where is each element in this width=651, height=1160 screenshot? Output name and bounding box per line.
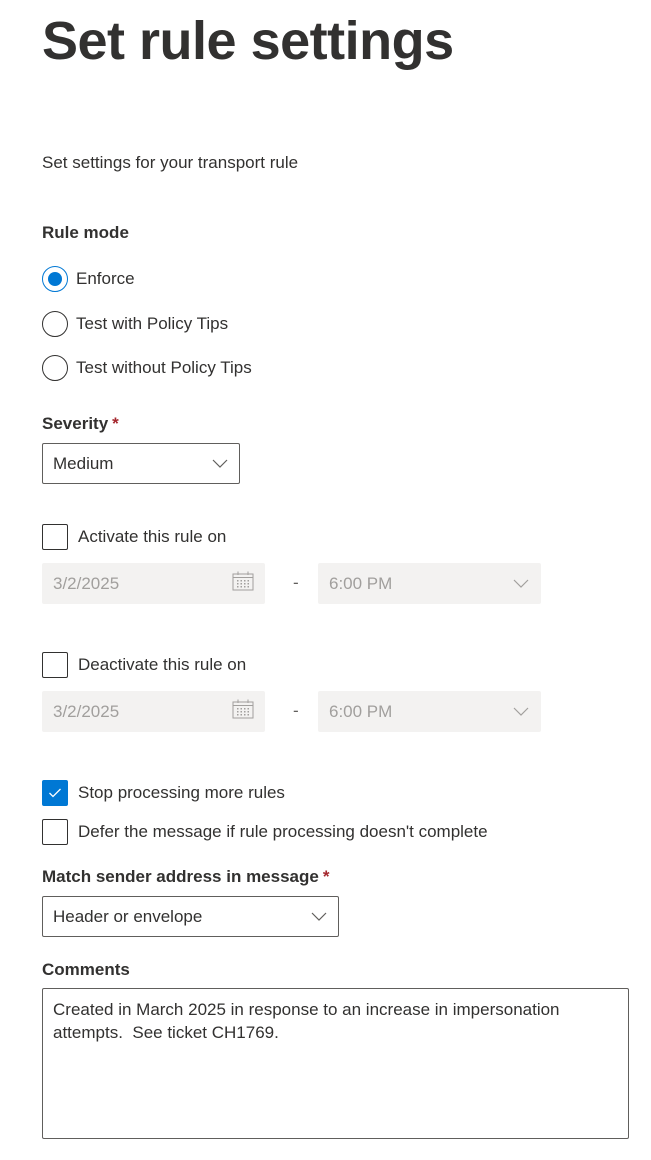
- radio-button[interactable]: [42, 266, 68, 292]
- chevron-down-icon: [211, 455, 229, 473]
- calendar-icon[interactable]: [232, 699, 254, 724]
- severity-label-text: Severity: [42, 414, 109, 433]
- match-sender-dropdown[interactable]: Header or envelope: [42, 896, 339, 937]
- chevron-down-icon: [512, 703, 530, 721]
- stop-processing-row[interactable]: Stop processing more rules: [42, 780, 285, 806]
- radio-button[interactable]: [42, 355, 68, 381]
- defer-message-row[interactable]: Defer the message if rule processing doe…: [42, 819, 488, 845]
- deactivate-time-dropdown[interactable]: 6:00 PM: [318, 691, 541, 732]
- page-subtitle: Set settings for your transport rule: [42, 153, 299, 172]
- stop-processing-label: Stop processing more rules: [78, 783, 285, 802]
- required-marker: *: [322, 867, 330, 886]
- radio-label: Enforce: [76, 269, 135, 288]
- deactivate-time-value: 6:00 PM: [329, 701, 393, 721]
- severity-value: Medium: [53, 453, 114, 473]
- radio-selected-dot: [48, 272, 62, 286]
- stop-processing-checkbox[interactable]: [42, 780, 68, 806]
- activate-time-dropdown[interactable]: 6:00 PM: [318, 563, 541, 604]
- chevron-down-icon: [512, 575, 530, 593]
- rule-mode-label: Rule mode: [42, 223, 129, 242]
- date-time-separator: -: [293, 701, 299, 720]
- deactivate-checkbox[interactable]: [42, 652, 68, 678]
- defer-message-checkbox[interactable]: [42, 819, 68, 845]
- match-sender-label-text: Match sender address in message: [42, 867, 319, 886]
- checkmark-icon: [49, 788, 61, 798]
- deactivate-date-value: 3/2/2025: [53, 701, 120, 721]
- deactivate-label: Deactivate this rule on: [78, 655, 247, 674]
- match-sender-label: Match sender address in message *: [42, 867, 329, 887]
- activate-checkbox[interactable]: [42, 524, 68, 550]
- required-marker: *: [112, 414, 119, 433]
- activate-date-value: 3/2/2025: [53, 573, 120, 593]
- activate-time-value: 6:00 PM: [329, 573, 393, 593]
- deactivate-date-picker[interactable]: 3/2/2025: [42, 691, 265, 732]
- radio-button[interactable]: [42, 311, 68, 337]
- page-title: Set rule settings: [42, 11, 454, 71]
- activate-label: Activate this rule on: [78, 527, 227, 546]
- radio-test-without-policy-tips[interactable]: Test without Policy Tips: [42, 355, 252, 381]
- activate-checkbox-row[interactable]: Activate this rule on: [42, 524, 226, 550]
- comments-label: Comments: [42, 960, 130, 979]
- defer-message-label: Defer the message if rule processing doe…: [78, 822, 488, 841]
- severity-dropdown[interactable]: Medium: [42, 443, 240, 484]
- severity-label: Severity *: [42, 414, 119, 434]
- date-time-separator: -: [293, 573, 299, 592]
- comments-textarea[interactable]: Created in March 2025 in response to an …: [42, 988, 629, 1139]
- radio-label: Test with Policy Tips: [76, 314, 229, 333]
- calendar-icon[interactable]: [232, 571, 254, 596]
- radio-enforce[interactable]: Enforce: [42, 266, 135, 292]
- radio-test-with-policy-tips[interactable]: Test with Policy Tips: [42, 311, 228, 337]
- deactivate-checkbox-row[interactable]: Deactivate this rule on: [42, 652, 246, 678]
- radio-label: Test without Policy Tips: [76, 358, 252, 377]
- match-sender-value: Header or envelope: [53, 906, 203, 926]
- chevron-down-icon: [310, 908, 328, 926]
- activate-date-picker[interactable]: 3/2/2025: [42, 563, 265, 604]
